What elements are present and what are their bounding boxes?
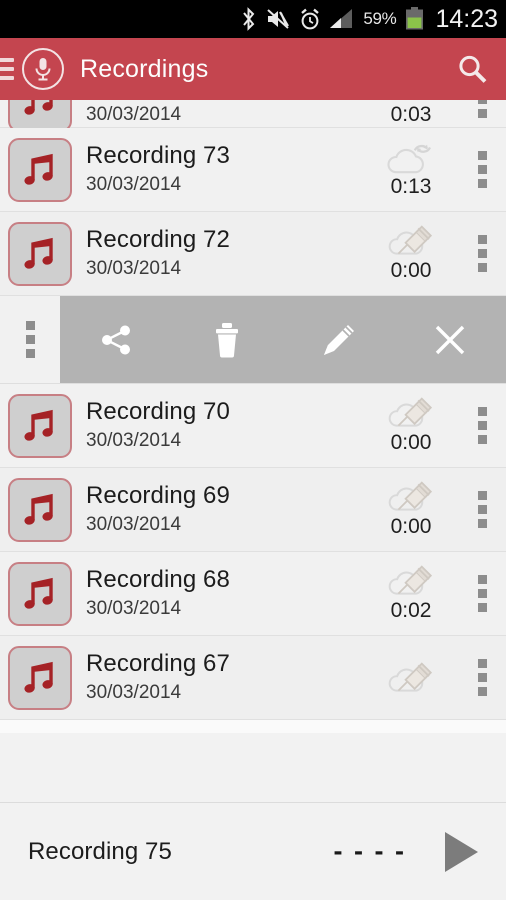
list-item[interactable]: Recording 70 30/03/2014 0:00 — [0, 384, 506, 468]
music-note-icon — [8, 478, 72, 542]
battery-icon — [405, 7, 424, 31]
pencil-icon[interactable] — [303, 304, 375, 376]
player-title: Recording 75 — [28, 838, 334, 866]
hamburger-menu-icon[interactable] — [0, 54, 14, 84]
list-item-title: Recording 67 — [86, 649, 364, 679]
bluetooth-icon — [240, 7, 257, 31]
alarm-icon — [299, 8, 321, 31]
list-item-title: Recording 70 — [86, 397, 364, 427]
selected-item-action-bar — [0, 296, 506, 384]
action-panel — [60, 296, 506, 383]
list-item-title: Recording 72 — [86, 225, 364, 255]
cloud-pinned-icon — [383, 661, 439, 695]
overflow-menu-icon[interactable] — [458, 468, 506, 551]
list-item-title: Recording 73 — [86, 141, 364, 171]
list-item-date: 30/03/2014 — [86, 102, 364, 128]
list-item-meta: 0:00 — [364, 384, 458, 467]
cloud-pinned-icon — [383, 224, 439, 258]
cloud-sync-icon — [383, 140, 439, 174]
player-bar[interactable]: Recording 75 - - - - — [0, 802, 506, 900]
list-item-date: 30/03/2014 — [86, 596, 364, 622]
app-root: 59% 14:23 Recordings — [0, 0, 506, 900]
search-icon[interactable] — [444, 41, 500, 97]
cloud-pinned-icon — [383, 564, 439, 598]
list-item-duration: 0:00 — [391, 430, 432, 456]
overflow-menu-icon[interactable] — [458, 128, 506, 211]
list-item-date: 30/03/2014 — [86, 680, 364, 706]
page-title: Recordings — [80, 55, 444, 84]
music-note-icon — [8, 562, 72, 626]
list-item[interactable]: Recording 72 30/03/2014 0:00 — [0, 212, 506, 296]
status-bar: 59% 14:23 — [0, 0, 506, 38]
list-item-meta: 0:02 — [364, 552, 458, 635]
overflow-menu-icon[interactable] — [458, 100, 506, 127]
battery-percent-label: 59% — [363, 9, 396, 29]
list-item-date: 30/03/2014 — [86, 256, 364, 282]
list-item-date: 30/03/2014 — [86, 512, 364, 538]
music-note-icon — [8, 100, 72, 132]
player-duration: - - - - — [334, 836, 406, 867]
overflow-menu-icon[interactable] — [458, 636, 506, 719]
share-icon[interactable] — [80, 304, 152, 376]
list-item-title: Recording 74 — [86, 100, 364, 101]
play-icon[interactable] — [428, 819, 494, 885]
list-item-date: 30/03/2014 — [86, 428, 364, 454]
overflow-menu-icon[interactable] — [458, 212, 506, 295]
list-item-meta — [364, 636, 458, 719]
cloud-pinned-icon — [383, 480, 439, 514]
signal-icon — [330, 9, 354, 29]
list-item-meta: 0:00 — [364, 468, 458, 551]
list-item-meta: 0:00 — [364, 212, 458, 295]
list-item-duration: 0:00 — [391, 258, 432, 284]
list-item-title: Recording 68 — [86, 565, 364, 595]
overflow-menu-icon[interactable] — [0, 296, 60, 383]
list-item-meta: 0:03 — [364, 100, 458, 127]
cloud-pinned-icon — [383, 396, 439, 430]
list-item[interactable]: Recording 68 30/03/2014 0:02 — [0, 552, 506, 636]
overflow-menu-icon[interactable] — [458, 552, 506, 635]
music-note-icon — [8, 646, 72, 710]
overflow-menu-icon[interactable] — [458, 384, 506, 467]
list-item-title: Recording 69 — [86, 481, 364, 511]
list-item-duration: 0:02 — [391, 598, 432, 624]
action-bar: Recordings — [0, 38, 506, 100]
music-note-icon — [8, 222, 72, 286]
close-icon[interactable] — [414, 304, 486, 376]
list-item-duration: 0:00 — [391, 514, 432, 540]
music-note-icon — [8, 394, 72, 458]
mute-icon — [266, 8, 290, 30]
list-item[interactable]: Recording 69 30/03/2014 0:00 — [0, 468, 506, 552]
music-note-icon — [8, 138, 72, 202]
list-item-duration: 0:03 — [391, 102, 432, 128]
list-item[interactable]: Recording 67 30/03/2014 — [0, 636, 506, 720]
trash-icon[interactable] — [191, 304, 263, 376]
list-item[interactable]: Recording 74 30/03/2014 0:03 — [0, 100, 506, 128]
list-item[interactable]: Recording 73 30/03/2014 0:13 — [0, 128, 506, 212]
list-item-date: 30/03/2014 — [86, 172, 364, 198]
recordings-list[interactable]: Recording 74 30/03/2014 0:03 — [0, 100, 506, 733]
microphone-icon[interactable] — [22, 48, 64, 90]
list-bottom-space — [0, 720, 506, 733]
list-item-meta: 0:13 — [364, 128, 458, 211]
list-item-duration: 0:13 — [391, 174, 432, 200]
clock-label: 14:23 — [435, 5, 498, 34]
